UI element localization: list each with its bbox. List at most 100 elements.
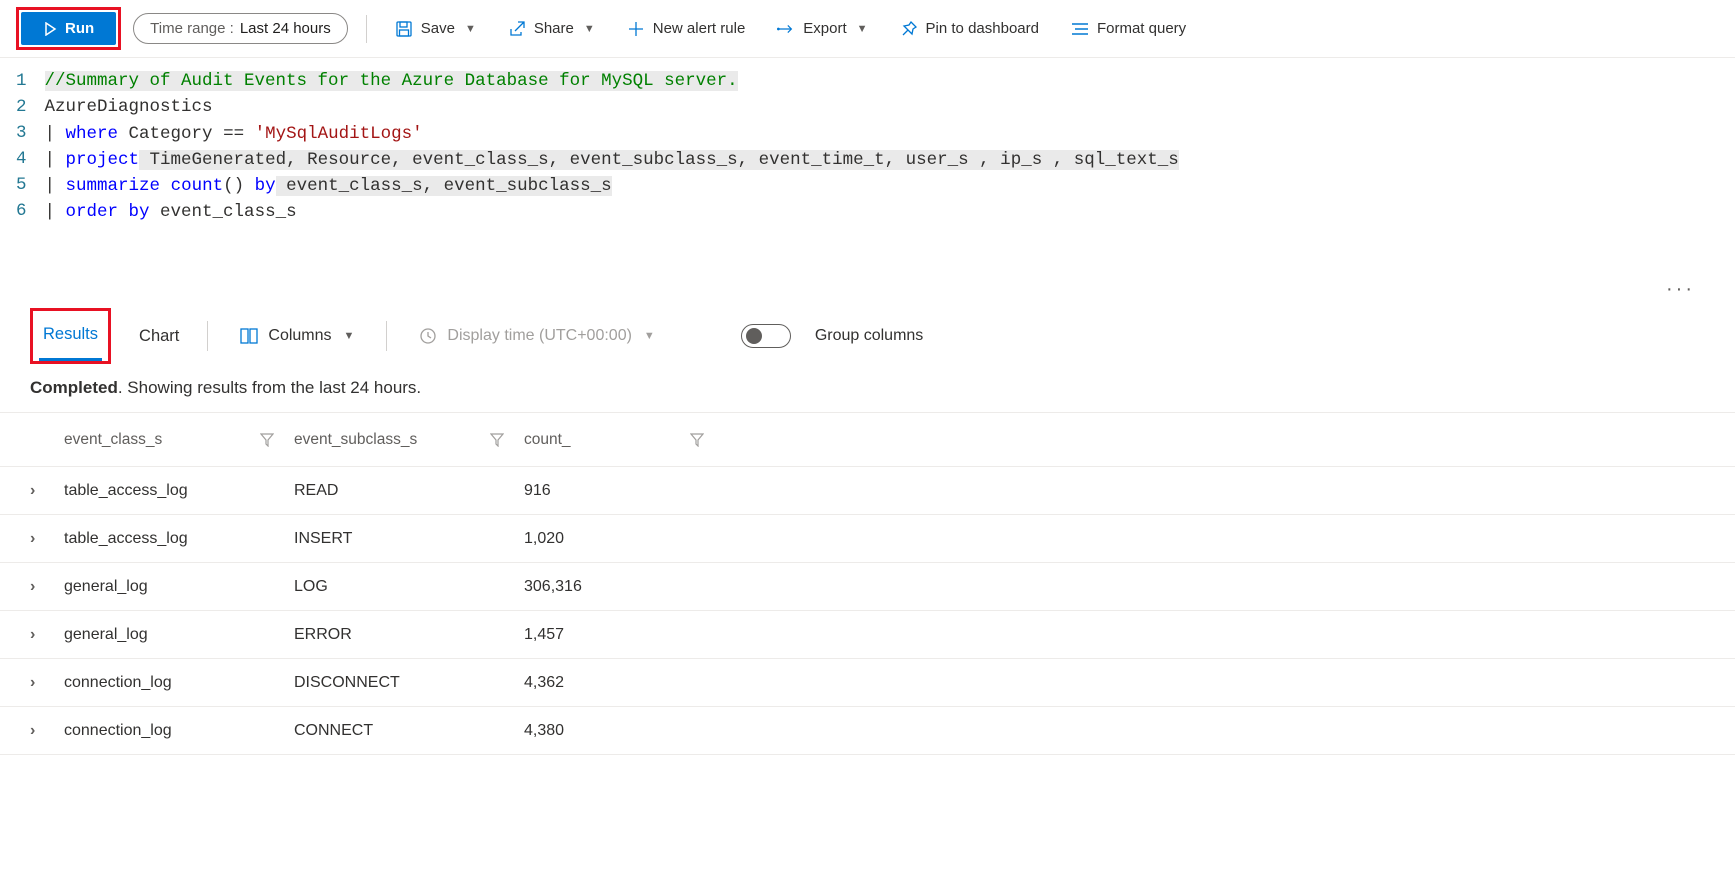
table-row[interactable]: › connection_log CONNECT 4,380 [0, 707, 1735, 755]
expand-icon[interactable]: › [30, 578, 64, 596]
expand-icon[interactable]: › [30, 722, 64, 740]
expand-icon[interactable]: › [30, 674, 64, 692]
query-editor[interactable]: 123456 //Summary of Audit Events for the… [0, 58, 1735, 278]
separator [386, 321, 387, 351]
display-time-button[interactable]: Display time (UTC+00:00) ▼ [411, 321, 662, 351]
clock-icon [419, 327, 437, 345]
time-range-picker[interactable]: Time range : Last 24 hours [133, 13, 348, 44]
table-row[interactable]: › general_log LOG 306,316 [0, 563, 1735, 611]
group-columns-toggle[interactable] [741, 324, 791, 348]
code-area[interactable]: //Summary of Audit Events for the Azure … [45, 68, 1719, 254]
share-label: Share [534, 20, 574, 37]
pin-button[interactable]: Pin to dashboard [890, 14, 1049, 44]
export-icon [777, 20, 795, 38]
expand-icon[interactable]: › [30, 626, 64, 644]
new-alert-label: New alert rule [653, 20, 746, 37]
cell-count: 306,316 [524, 578, 724, 596]
export-button[interactable]: Export ▼ [767, 14, 877, 44]
code-line[interactable]: | where Category == 'MySqlAuditLogs' [45, 121, 423, 147]
cell-count: 1,020 [524, 530, 724, 548]
chevron-down-icon: ▼ [857, 23, 868, 35]
pin-label: Pin to dashboard [926, 20, 1039, 37]
save-label: Save [421, 20, 455, 37]
share-button[interactable]: Share ▼ [498, 14, 605, 44]
chevron-down-icon: ▼ [644, 330, 655, 342]
table-row[interactable]: › table_access_log READ 916 [0, 467, 1735, 515]
columns-icon [240, 328, 258, 344]
time-range-value: Last 24 hours [240, 20, 331, 37]
cell-event-subclass: DISCONNECT [294, 674, 524, 692]
filter-icon[interactable] [690, 433, 704, 447]
tab-chart[interactable]: Chart [135, 313, 183, 360]
code-line[interactable]: | order by event_class_s [45, 199, 297, 225]
columns-label: Columns [268, 327, 331, 345]
cell-event-subclass: LOG [294, 578, 524, 596]
code-line[interactable]: AzureDiagnostics [45, 94, 213, 120]
more-menu[interactable]: ··· [0, 278, 1735, 308]
line-number: 4 [16, 146, 27, 172]
export-label: Export [803, 20, 846, 37]
separator [207, 321, 208, 351]
format-query-button[interactable]: Format query [1061, 14, 1196, 44]
save-button[interactable]: Save ▼ [385, 14, 486, 44]
line-number: 1 [16, 68, 27, 94]
format-label: Format query [1097, 20, 1186, 37]
status-completed: Completed [30, 378, 118, 397]
table-header: event_class_s event_subclass_s count_ [0, 413, 1735, 467]
expand-icon[interactable]: › [30, 530, 64, 548]
display-time-label: Display time (UTC+00:00) [447, 327, 632, 345]
query-toolbar: Run Time range : Last 24 hours Save ▼ Sh… [0, 0, 1735, 58]
cell-count: 4,362 [524, 674, 724, 692]
cell-event-subclass: ERROR [294, 626, 524, 644]
code-line[interactable]: | project TimeGenerated, Resource, event… [45, 147, 1179, 173]
col-header-1[interactable]: event_class_s [64, 431, 162, 449]
share-icon [508, 20, 526, 38]
results-tab-highlight: Results [30, 308, 111, 364]
play-icon [43, 22, 57, 36]
table-row[interactable]: › connection_log DISCONNECT 4,362 [0, 659, 1735, 707]
cell-event-subclass: CONNECT [294, 722, 524, 740]
filter-icon[interactable] [260, 433, 274, 447]
group-columns-label: Group columns [815, 327, 924, 345]
status-line: Completed. Showing results from the last… [0, 364, 1735, 413]
code-line[interactable]: //Summary of Audit Events for the Azure … [45, 68, 738, 94]
cell-event-class: general_log [64, 578, 294, 596]
run-button-highlight: Run [16, 7, 121, 50]
cell-event-class: connection_log [64, 674, 294, 692]
columns-button[interactable]: Columns ▼ [232, 321, 362, 351]
chevron-down-icon: ▼ [344, 330, 355, 342]
results-table: event_class_s event_subclass_s count_ › … [0, 413, 1735, 755]
cell-event-class: connection_log [64, 722, 294, 740]
line-number: 3 [16, 120, 27, 146]
line-number: 6 [16, 198, 27, 224]
cell-event-subclass: READ [294, 482, 524, 500]
cell-count: 1,457 [524, 626, 724, 644]
results-toolbar: Results Chart Columns ▼ Display time (UT… [0, 308, 1735, 364]
pin-icon [900, 20, 918, 38]
chevron-down-icon: ▼ [465, 23, 476, 35]
separator [366, 15, 367, 43]
format-icon [1071, 20, 1089, 38]
run-button[interactable]: Run [21, 12, 116, 45]
line-number: 5 [16, 172, 27, 198]
new-alert-button[interactable]: New alert rule [617, 14, 756, 44]
run-button-label: Run [65, 20, 94, 37]
table-row[interactable]: › general_log ERROR 1,457 [0, 611, 1735, 659]
table-row[interactable]: › table_access_log INSERT 1,020 [0, 515, 1735, 563]
cell-event-subclass: INSERT [294, 530, 524, 548]
status-suffix: . Showing results from the last 24 hours… [118, 378, 421, 397]
col-header-2[interactable]: event_subclass_s [294, 431, 417, 449]
col-header-3[interactable]: count_ [524, 431, 571, 449]
tab-results[interactable]: Results [39, 311, 102, 361]
filter-icon[interactable] [490, 433, 504, 447]
toggle-knob [746, 328, 762, 344]
cell-count: 4,380 [524, 722, 724, 740]
plus-icon [627, 20, 645, 38]
code-line[interactable]: | summarize count() by event_class_s, ev… [45, 173, 612, 199]
chevron-down-icon: ▼ [584, 23, 595, 35]
time-range-label: Time range : [150, 20, 234, 37]
expand-icon[interactable]: › [30, 482, 64, 500]
cell-event-class: table_access_log [64, 482, 294, 500]
line-gutter: 123456 [16, 68, 45, 254]
cell-event-class: table_access_log [64, 530, 294, 548]
